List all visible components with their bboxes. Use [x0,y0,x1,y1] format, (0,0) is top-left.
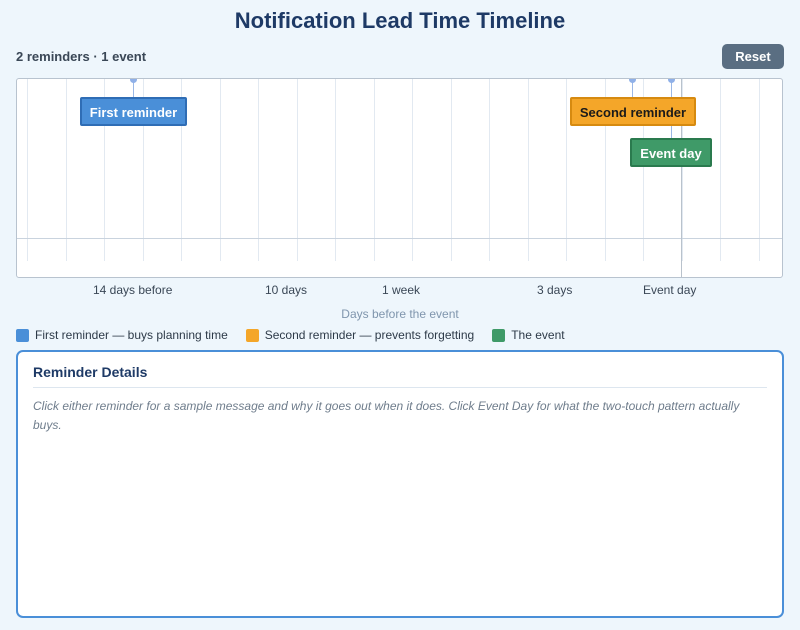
summary-text: 2 reminders · 1 event [16,49,147,64]
tick-label: 10 days [265,283,308,297]
grid-line [297,79,298,261]
legend-swatch [16,328,29,342]
grid-line [451,79,452,261]
first-reminder-dot [130,79,137,83]
grid-line [258,79,259,261]
timeline-baseline [17,238,782,239]
page-title: Notification Lead Time Timeline [234,8,566,33]
legend-swatch [492,328,506,342]
first-reminder-marker[interactable]: First reminder [80,97,187,126]
legend-label: The event [511,328,565,342]
grid-line [566,79,567,261]
legend-item-first: First reminder — buys planning time [16,328,228,342]
legend-label: Second reminder — prevents forgetting [264,328,475,342]
tick-label: Event day [643,283,697,297]
timeline-panel: First reminder Second reminder Event day [16,78,783,278]
tick-label: 1 week [382,283,421,297]
legend-item-event: The event [492,328,565,342]
legend-swatch [245,328,259,342]
tick-label: 14 days before [93,283,173,297]
grid-line [335,79,336,261]
second-reminder-marker[interactable]: Second reminder [570,97,696,126]
details-placeholder: Click either reminder for a sample messa… [33,399,740,432]
grid-line [759,79,760,261]
legend-item-second: Second reminder — prevents forgetting [245,328,475,342]
second-reminder-dot [629,79,636,83]
grid-line [720,79,721,261]
event-day-dot [668,79,675,83]
tick-label: 3 days [537,283,573,297]
legend-label: First reminder — buys planning time [35,328,228,342]
grid-line [412,79,413,261]
grid-line [220,79,221,261]
grid-line [374,79,375,261]
axis-label: Days before the event [341,307,459,321]
legend: First reminder — buys planning time Seco… [16,328,583,342]
grid-line [528,79,529,261]
reminder-details-panel: Reminder Details Click either reminder f… [16,350,784,618]
details-title: Reminder Details [33,364,767,388]
grid-line [66,79,67,261]
event-day-marker[interactable]: Event day [630,138,712,167]
grid-line [27,79,28,261]
grid-line [489,79,490,261]
reset-button[interactable]: Reset [722,44,784,69]
